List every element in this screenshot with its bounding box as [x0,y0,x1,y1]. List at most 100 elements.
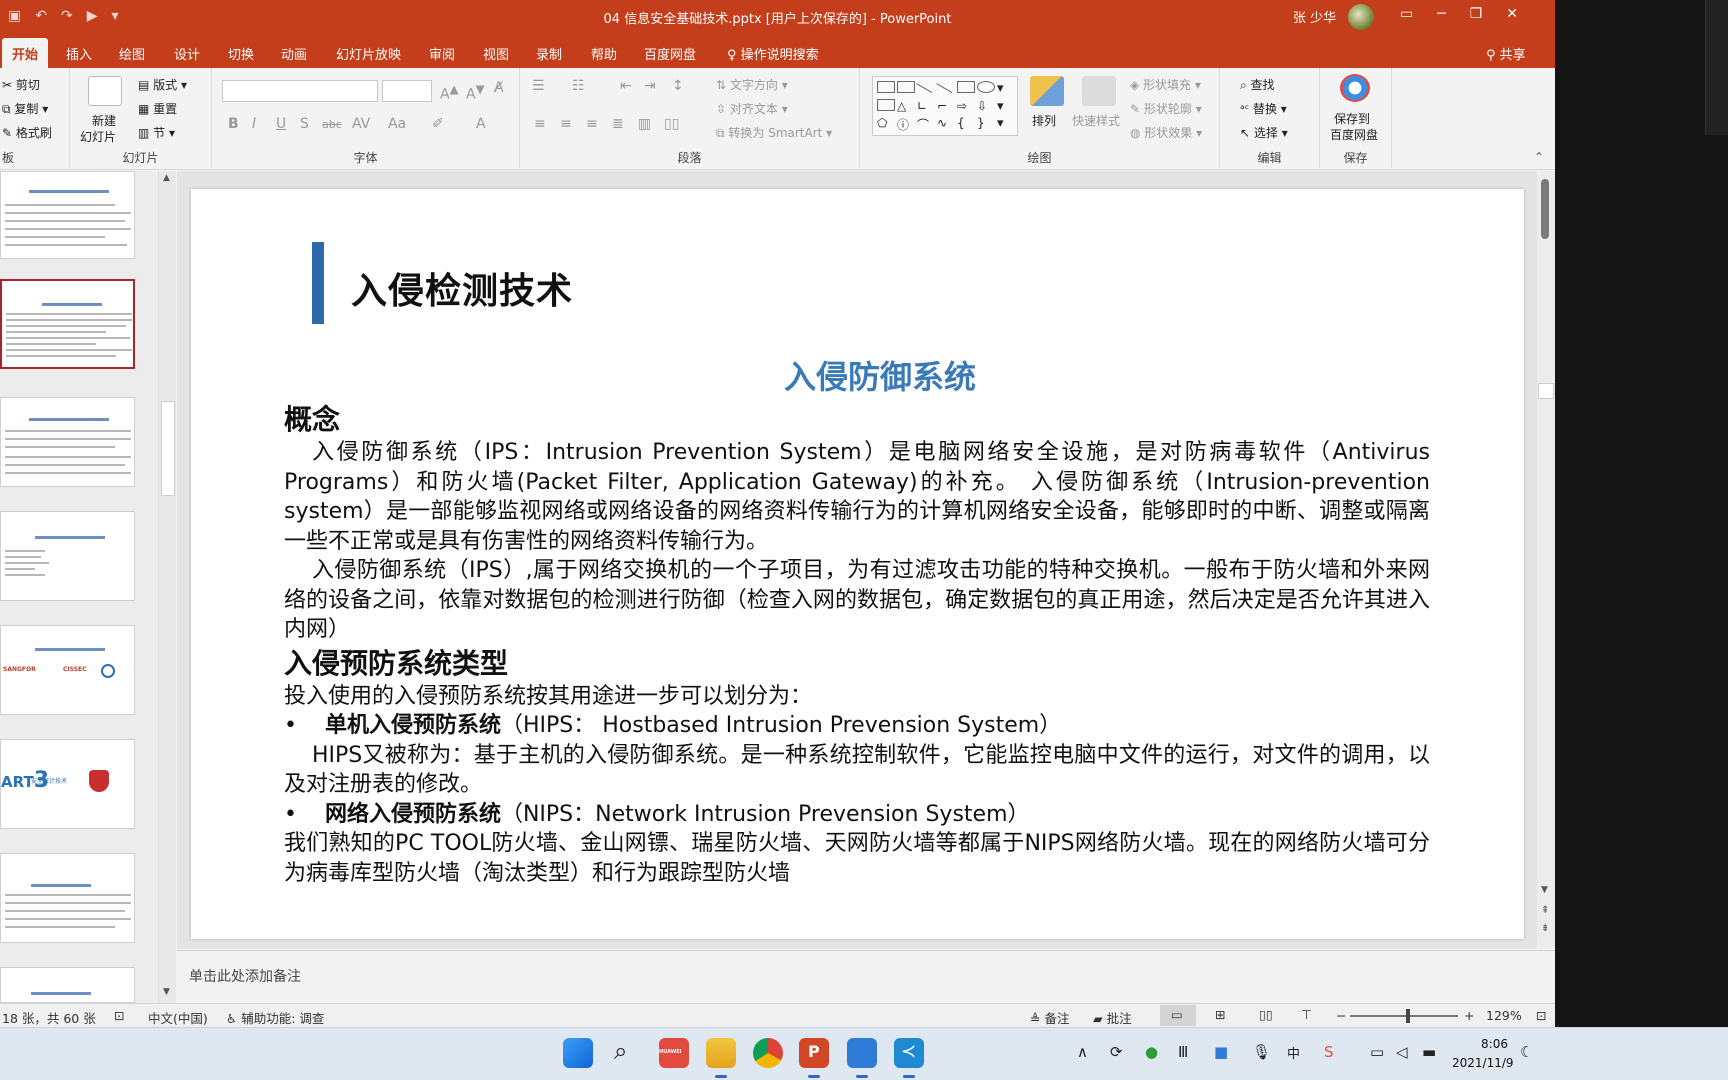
tab-home[interactable]: 开始 [2,38,49,68]
slide-thumbnails-panel[interactable]: SANGFOR CISSEC ART3 安全审计技术 [0,171,158,1003]
decrease-font-icon[interactable]: A▼ [466,82,485,103]
font-size-combo[interactable] [382,80,432,102]
section-button[interactable]: ▥ 节 ▾ [138,124,175,141]
distribute-icon[interactable]: ▥ [638,116,651,132]
clear-format-icon[interactable]: A̸ [494,80,504,96]
accessibility-button[interactable]: ♿ 辅助功能: 调查 [226,1008,324,1027]
slide-thumbnail[interactable] [0,171,135,259]
scroll-up-icon[interactable]: ▲ [163,173,170,183]
slide-thumbnail[interactable] [0,511,135,601]
reading-view-button[interactable]: ▯▯ [1248,1005,1284,1026]
smartart-button[interactable]: ⧉ 转换为 SmartArt ▾ [716,124,832,141]
justify-icon[interactable]: ≣ [612,116,624,132]
new-slide-label-1[interactable]: 新建 [92,112,116,129]
close-icon[interactable]: ✕ [1506,6,1518,22]
tab-review[interactable]: 审阅 [429,44,455,63]
zoom-out-icon[interactable]: − [1336,1008,1346,1023]
sync-icon[interactable]: ⟳ [1110,1043,1123,1061]
app-tray-icon[interactable]: ■ [1214,1043,1228,1061]
scrollbar-thumb[interactable] [161,401,175,496]
align-left-icon[interactable]: ≡ [534,116,546,132]
shape-fill-button[interactable]: ◈ 形状填充 ▾ [1130,76,1201,93]
shapes-gallery[interactable]: ▾ △ ∟ ⌐ ⇨ ⇩ ▾ ⬠ ⓘ ⌒ ∿{} ▾ [872,76,1018,136]
reset-button[interactable]: ▦ 重置 [138,100,177,117]
tab-transitions[interactable]: 切换 [228,44,254,63]
fit-slide-icon[interactable]: ⊡ [1536,1008,1546,1023]
slide-editor[interactable]: 入侵检测技术 入侵防御系统 概念 入侵防御系统（IPS：Intrusion Pr… [177,171,1537,949]
slide-subtitle[interactable]: 入侵防御系统 [191,352,1524,398]
slide-thumbnail[interactable]: SANGFOR CISSEC [0,625,135,715]
align-center-icon[interactable]: ≡ [560,116,572,132]
notes-button[interactable]: ≜ 备注 [1030,1008,1069,1027]
tray-overflow-icon[interactable]: ∧ [1077,1043,1088,1061]
find-button[interactable]: ⌕ 查找 [1240,76,1275,93]
strikethrough-icon[interactable]: abc [322,118,342,131]
tell-me-search[interactable]: ♀ 操作说明搜索 [727,44,819,63]
slideshow-button[interactable]: ⊤ [1290,1005,1326,1026]
share-button[interactable]: ⚲ 共享 [1486,44,1526,63]
slide-thumbnail[interactable]: ART3 安全审计技术 [0,739,135,829]
save-to-label-1[interactable]: 保存到 [1334,110,1370,127]
shape-effects-button[interactable]: ◍ 形状效果 ▾ [1130,124,1202,141]
notes-pane[interactable]: 单击此处添加备注 [177,950,1555,1002]
slide-thumbnail[interactable] [0,967,135,1003]
copy-button[interactable]: ⧉ 复制 ▾ [2,100,48,117]
tab-slideshow[interactable]: 幻灯片放映 [336,44,401,63]
huawei-icon[interactable]: HUAWEI [659,1038,689,1068]
font-color-icon[interactable]: A [476,116,486,132]
replace-button[interactable]: ᵃᶜ 替换 ▾ [1240,100,1287,117]
battery-icon[interactable]: ▬ [1422,1043,1436,1061]
quick-styles-icon[interactable] [1082,76,1116,106]
volume-icon[interactable]: ◁ [1396,1043,1408,1061]
start-icon[interactable] [563,1038,593,1068]
tab-draw[interactable]: 绘图 [119,44,145,63]
tab-insert[interactable]: 插入 [66,44,92,63]
tab-baidu-netdisk[interactable]: 百度网盘 [644,44,696,63]
powerpoint-icon[interactable]: P [799,1038,829,1078]
next-slide-icon[interactable]: ⇟ [1541,923,1549,934]
slide-thumbnail[interactable] [0,853,135,943]
tab-view[interactable]: 视图 [483,44,509,63]
change-case-icon[interactable]: Aa [388,116,406,132]
scroll-marker[interactable] [1538,383,1554,399]
format-painter-button[interactable]: ✎ 格式刷 [2,124,52,141]
italic-icon[interactable]: I [252,116,256,132]
numbering-icon[interactable]: ☷ [572,78,585,94]
align-text-button[interactable]: ⇳ 对齐文本 ▾ [716,100,788,117]
slide-thumbnail-selected[interactable] [0,279,135,369]
app-tray-icon[interactable]: ● [1145,1043,1158,1061]
slide-sorter-button[interactable]: ⊞ [1204,1005,1240,1026]
ime-indicator[interactable]: 中 [1287,1043,1300,1062]
new-slide-label-2[interactable]: 幻灯片 [80,128,116,145]
language-indicator[interactable]: 中文(中国) [148,1008,208,1027]
notes-placeholder[interactable]: 单击此处添加备注 [189,966,301,986]
tab-animations[interactable]: 动画 [281,44,307,63]
file-explorer-icon[interactable] [706,1038,736,1078]
columns-icon[interactable]: ▯▯ [664,116,679,132]
spellcheck-icon[interactable]: ⊡ [114,1008,124,1023]
normal-view-button[interactable]: ▭ [1160,1005,1196,1026]
slide-body-textbox[interactable]: 概念 入侵防御系统（IPS：Intrusion Prevention Syste… [284,401,1430,888]
scroll-down-icon[interactable]: ▼ [163,987,170,997]
slide-scrollbar[interactable]: ▼ ⇞ ⇟ [1537,171,1555,949]
sogou-icon[interactable]: S [1324,1043,1334,1061]
line-spacing-icon[interactable]: ↕ [672,78,684,94]
select-button[interactable]: ↖ 选择 ▾ [1240,124,1288,141]
align-right-icon[interactable]: ≡ [586,116,598,132]
baidu-netdisk-icon[interactable] [1340,74,1370,102]
app-tray-icon[interactable]: Ⅲ [1178,1043,1188,1061]
increase-indent-icon[interactable]: ⇥ [644,78,656,94]
collapse-ribbon-icon[interactable]: ⌃ [1534,150,1544,164]
layout-button[interactable]: ▤ 版式 ▾ [138,76,187,93]
char-spacing-icon[interactable]: AV [352,116,370,132]
shape-outline-button[interactable]: ✎ 形状轮廓 ▾ [1130,100,1202,117]
vscode-icon[interactable]: ≺ [894,1038,924,1078]
feishu-icon[interactable] [847,1038,877,1078]
arrange-button[interactable]: 排列 [1032,112,1056,129]
restore-icon[interactable]: ❐ [1470,6,1483,22]
tab-record[interactable]: 录制 [536,44,562,63]
user-name[interactable]: 张 少华 [1293,7,1336,26]
quick-styles-button[interactable]: 快速样式 [1072,112,1120,129]
save-to-label-2[interactable]: 百度网盘 [1330,126,1378,143]
cut-button[interactable]: ✂ 剪切 [2,76,40,93]
